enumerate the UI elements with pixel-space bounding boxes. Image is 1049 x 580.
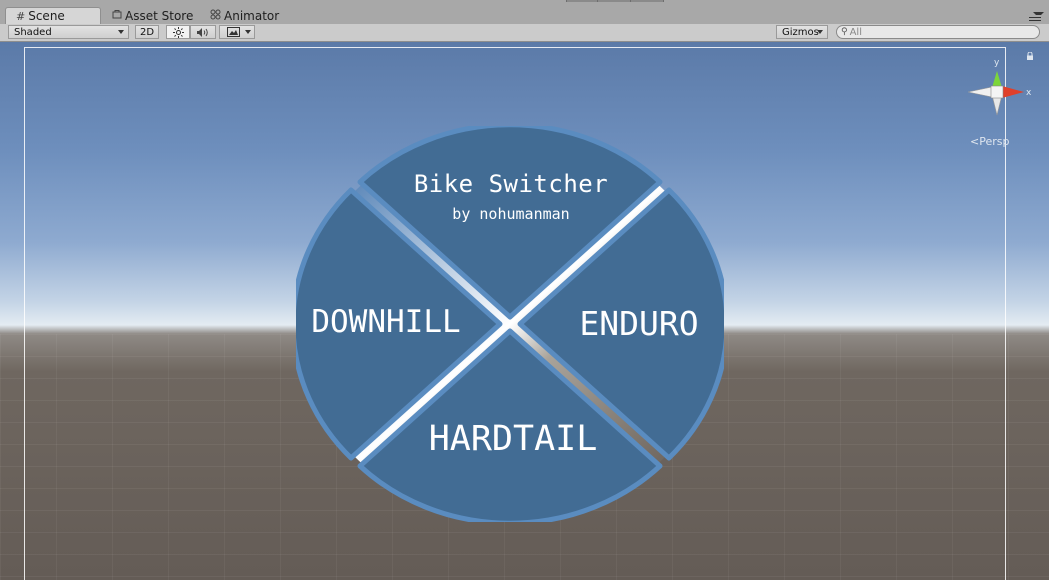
shading-mode-value: Shaded	[14, 26, 52, 38]
app-title: Bike Switcher	[413, 170, 609, 198]
grid-icon: #	[16, 9, 26, 23]
author-credit: by nohumanman	[452, 205, 570, 223]
search-placeholder: All	[849, 26, 862, 38]
shading-mode-dropdown[interactable]: Shaded	[8, 25, 129, 39]
gizmos-label: Gizmos	[782, 26, 819, 38]
enduro-label: ENDURO	[579, 304, 699, 343]
chevron-down-icon	[118, 30, 124, 34]
speaker-icon	[197, 27, 208, 37]
tab-scene[interactable]: # Scene	[5, 7, 101, 24]
hardtail-label: HARDTAIL	[428, 419, 598, 459]
lighting-toggle[interactable]	[166, 25, 190, 39]
projection-label: Persp	[979, 135, 1010, 148]
tab-menu-icon[interactable]	[1029, 12, 1044, 22]
tab-asset-store[interactable]: Asset Store	[112, 7, 193, 24]
x-axis-cone[interactable]	[1002, 86, 1024, 98]
tab-label: Animator	[224, 8, 280, 23]
gizmos-dropdown[interactable]: Gizmos	[776, 25, 828, 39]
tab-label: Scene	[28, 9, 65, 23]
x-axis-label: x	[1026, 88, 1032, 98]
y-axis-label: y	[994, 58, 1000, 68]
downhill-label: DOWNHILL	[311, 304, 461, 340]
effects-dropdown[interactable]	[219, 25, 255, 39]
gizmo-center-cube[interactable]	[990, 85, 1004, 99]
neg-x-axis-cone[interactable]	[967, 86, 993, 98]
mode-2d-toggle[interactable]: 2D	[135, 25, 159, 39]
mode-2d-label: 2D	[139, 26, 155, 38]
projection-toggle[interactable]: <Persp	[970, 135, 1009, 148]
search-input[interactable]: ⚲ All	[836, 25, 1040, 39]
search-icon: ⚲	[841, 27, 848, 37]
store-icon	[112, 9, 122, 22]
chevron-down-icon	[817, 30, 823, 34]
lock-icon[interactable]	[1026, 52, 1034, 60]
tab-animator[interactable]: Animator	[210, 7, 279, 24]
orientation-gizmo[interactable]: y x	[962, 57, 1032, 127]
tab-label: Asset Store	[125, 8, 194, 23]
play-controls-strip	[566, 0, 664, 2]
scene-viewport[interactable]: Bike Switcher by nohumanman DOWNHILL END…	[0, 42, 1049, 580]
audio-toggle[interactable]	[190, 25, 216, 39]
tab-bar: # Scene Asset Store Animator	[0, 0, 1049, 25]
image-icon	[226, 27, 240, 37]
chevron-down-icon	[245, 30, 251, 34]
chevron-left-icon: <	[970, 135, 980, 148]
sun-icon	[172, 26, 184, 38]
animator-icon	[210, 9, 221, 23]
scene-toolbar: Shaded 2D Gizmos ⚲ All	[0, 24, 1049, 42]
